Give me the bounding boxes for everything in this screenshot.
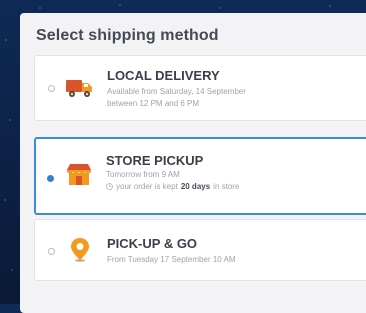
option-availability: Tomorrow from 9 AM bbox=[106, 170, 180, 179]
option-title: LOCAL DELIVERY bbox=[107, 68, 220, 83]
hold-suffix: in store bbox=[213, 182, 240, 191]
radio-local-delivery[interactable] bbox=[48, 85, 55, 92]
truck-icon bbox=[65, 74, 95, 100]
hold-days: 20 days bbox=[180, 182, 211, 191]
section-title: Select shipping method bbox=[36, 27, 219, 44]
option-availability: From Tuesday 17 September 10 AM bbox=[107, 255, 236, 264]
shipping-method-panel: Select shipping method LOCAL DELIVERY Av… bbox=[20, 13, 366, 313]
clock-icon bbox=[106, 183, 113, 190]
hold-prefix: your order is kept bbox=[116, 182, 178, 191]
option-time-window: between 12 PM and 6 PM bbox=[107, 99, 200, 108]
shipping-option-local-delivery[interactable]: LOCAL DELIVERY Available from Saturday, … bbox=[34, 55, 366, 121]
shipping-option-pickup-and-go[interactable]: PICK-UP & GO From Tuesday 17 September 1… bbox=[34, 219, 366, 281]
radio-store-pickup[interactable] bbox=[47, 175, 54, 182]
radio-pickup-and-go[interactable] bbox=[48, 248, 55, 255]
option-hold-info: your order is kept 20 days in store bbox=[106, 182, 239, 191]
option-availability: Available from Saturday, 14 September bbox=[107, 87, 246, 96]
shipping-option-store-pickup[interactable]: STORE PICKUP Tomorrow from 9 AM your ord… bbox=[34, 137, 366, 215]
location-pin-icon bbox=[65, 236, 95, 262]
option-title: PICK-UP & GO bbox=[107, 236, 198, 251]
option-title: STORE PICKUP bbox=[106, 153, 204, 168]
store-icon bbox=[64, 161, 94, 187]
